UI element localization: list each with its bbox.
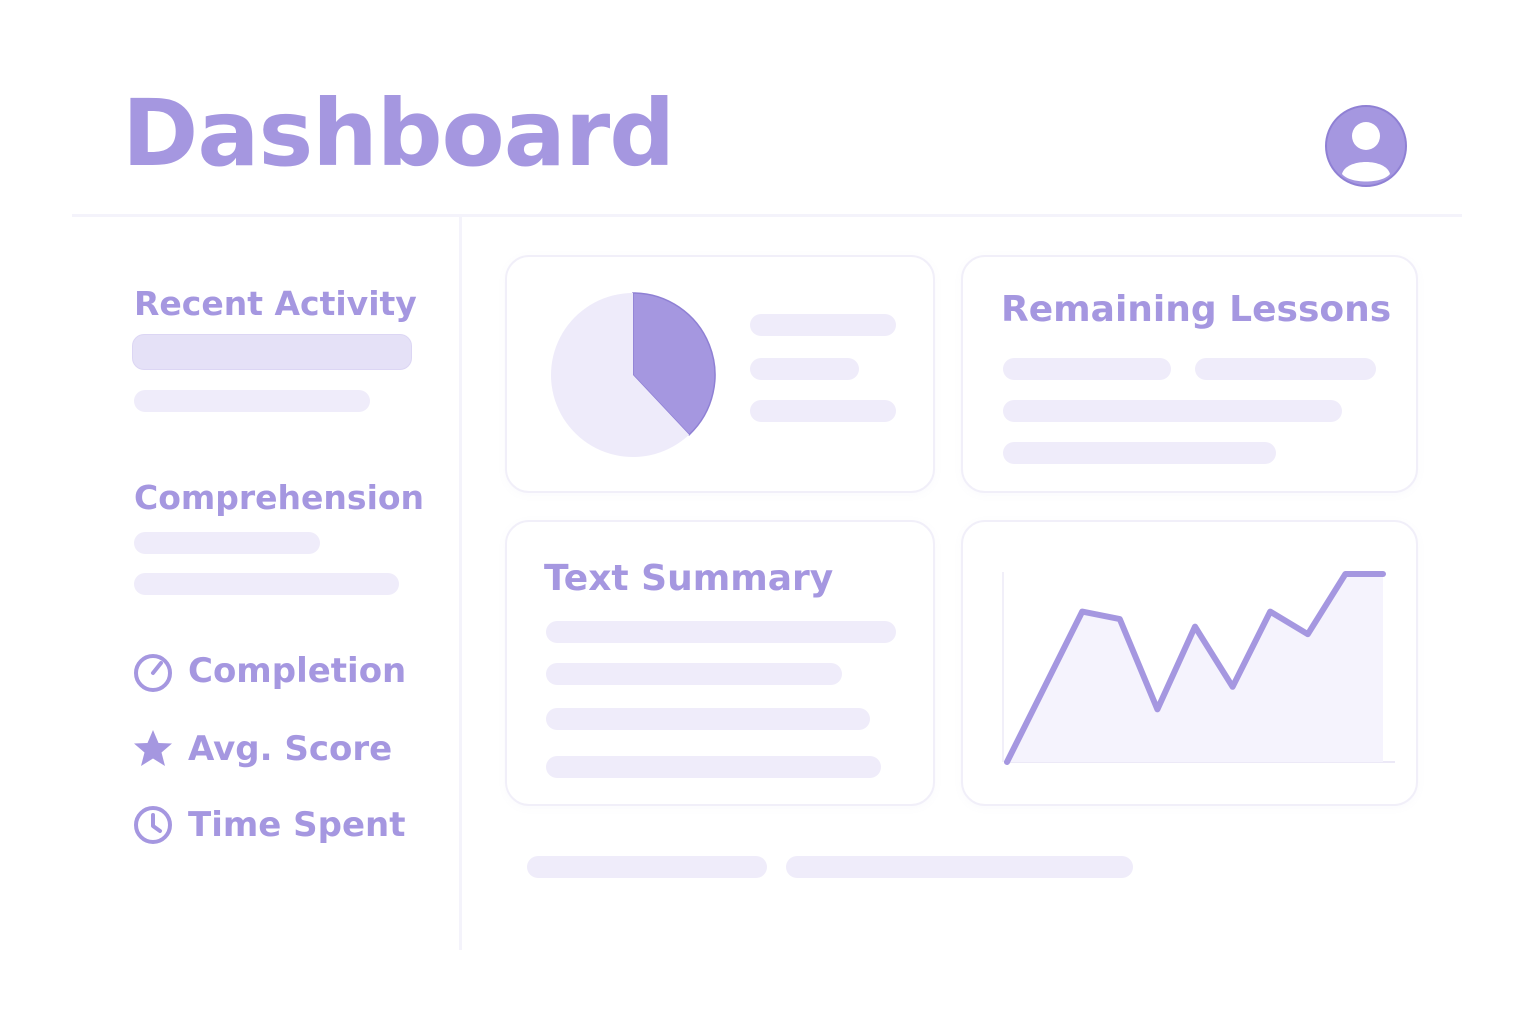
recent-activity-heading: Recent Activity	[134, 284, 417, 323]
header-divider	[72, 214, 1462, 217]
clock-icon	[134, 806, 172, 844]
summary-placeholder	[546, 663, 842, 685]
lesson-placeholder	[1195, 358, 1376, 380]
user-avatar-icon[interactable]	[1324, 104, 1408, 188]
lesson-placeholder	[1003, 358, 1171, 380]
summary-placeholder	[546, 756, 881, 778]
lesson-placeholder	[1003, 400, 1342, 422]
star-icon	[134, 730, 172, 766]
footer-placeholder	[527, 856, 767, 878]
text-summary-card[interactable]: Text Summary	[505, 520, 935, 806]
metric-time-spent[interactable]: Time Spent	[132, 804, 406, 846]
footer-placeholder	[786, 856, 1133, 878]
metric-time-spent-label: Time Spent	[188, 805, 406, 845]
metric-avg-score[interactable]: Avg. Score	[132, 728, 392, 770]
line-chart-card[interactable]	[961, 520, 1418, 806]
summary-placeholder	[546, 708, 870, 730]
metric-completion-label: Completion	[188, 651, 407, 691]
legend-placeholder	[750, 400, 896, 422]
gauge-icon	[134, 654, 172, 692]
pie-chart-card[interactable]	[505, 255, 935, 493]
summary-placeholder	[546, 621, 896, 643]
legend-placeholder	[750, 314, 896, 336]
page-title: Dashboard	[122, 80, 675, 187]
lesson-placeholder	[1003, 442, 1276, 464]
metric-avg-score-label: Avg. Score	[188, 729, 393, 769]
legend-placeholder	[750, 358, 859, 380]
recent-activity-item[interactable]	[132, 334, 412, 370]
remaining-lessons-title: Remaining Lessons	[1001, 289, 1392, 330]
remaining-lessons-card[interactable]: Remaining Lessons	[961, 255, 1418, 493]
recent-activity-placeholder	[134, 390, 370, 412]
sidebar-divider	[459, 217, 462, 950]
comprehension-placeholder	[134, 532, 320, 554]
pie-chart	[550, 292, 716, 457]
metric-completion[interactable]: Completion	[132, 650, 406, 692]
comprehension-placeholder	[134, 573, 399, 595]
comprehension-heading: Comprehension	[134, 478, 425, 517]
text-summary-title: Text Summary	[544, 558, 834, 599]
line-chart	[1002, 571, 1395, 765]
